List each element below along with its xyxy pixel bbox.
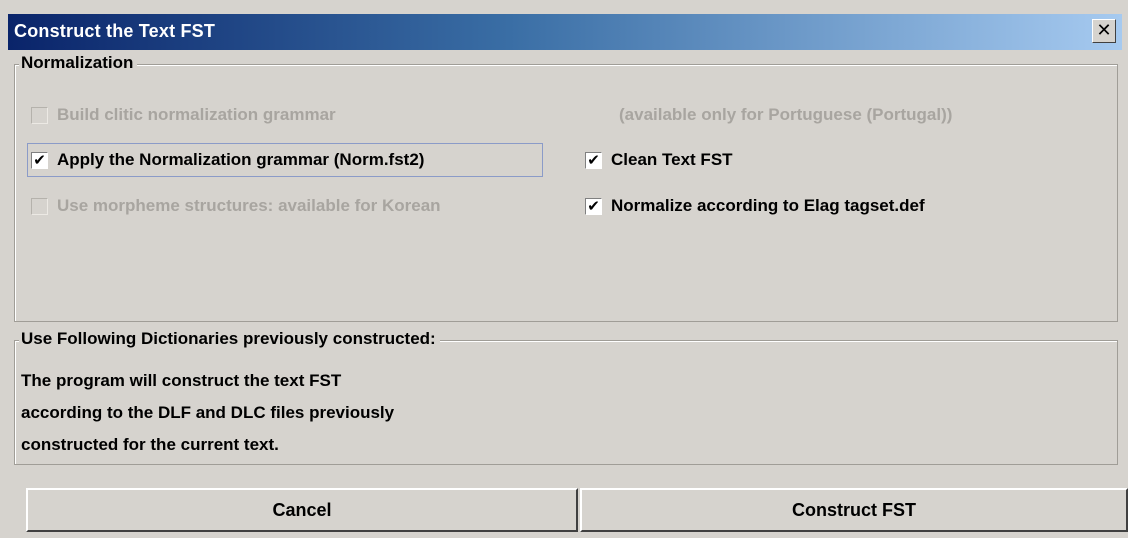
build-clitic-option: Build clitic normalization grammar	[31, 105, 336, 125]
dictionaries-text-line-3: constructed for the current text.	[21, 435, 279, 454]
elag-normalize-checkbox[interactable]: ✔	[585, 197, 602, 215]
construct-fst-button[interactable]: Construct FST	[580, 488, 1128, 532]
apply-normalization-option[interactable]: ✔ Apply the Normalization grammar (Norm.…	[31, 150, 424, 170]
apply-normalization-checkbox[interactable]: ✔	[31, 151, 48, 169]
normalization-legend: Normalization	[19, 53, 138, 73]
build-clitic-checkbox	[31, 106, 48, 124]
check-icon: ✔	[587, 197, 600, 215]
title-bar[interactable]: Construct the Text FST ✕	[8, 14, 1122, 50]
close-icon: ✕	[1096, 20, 1112, 40]
morpheme-structures-option: Use morpheme structures: available for K…	[31, 196, 441, 216]
cancel-button[interactable]: Cancel	[26, 488, 578, 532]
morpheme-structures-label: Use morpheme structures: available for K…	[57, 196, 441, 215]
check-icon: ✔	[587, 151, 600, 169]
window-title: Construct the Text FST	[14, 21, 216, 41]
dictionaries-panel: Use Following Dictionaries previously co…	[14, 329, 1118, 465]
dictionaries-legend: Use Following Dictionaries previously co…	[19, 329, 440, 349]
normalization-panel: Normalization Build clitic normalization…	[14, 53, 1118, 322]
morpheme-structures-checkbox	[31, 197, 48, 215]
elag-normalize-label: Normalize according to Elag tagset.def	[611, 196, 925, 215]
build-clitic-note: (available only for Portuguese (Portugal…	[619, 105, 953, 124]
build-clitic-label: Build clitic normalization grammar	[57, 105, 336, 124]
clean-text-fst-option[interactable]: ✔ Clean Text FST	[585, 150, 733, 170]
construct-text-fst-dialog: Construct the Text FST ✕ Normalization B…	[0, 0, 1128, 538]
clean-text-fst-checkbox[interactable]: ✔	[585, 151, 602, 169]
apply-normalization-label: Apply the Normalization grammar (Norm.fs…	[57, 150, 425, 169]
check-icon: ✔	[33, 151, 46, 169]
clean-text-fst-label: Clean Text FST	[611, 150, 733, 169]
dictionaries-text-line-2: according to the DLF and DLC files previ…	[21, 403, 395, 422]
elag-normalize-option[interactable]: ✔ Normalize according to Elag tagset.def	[585, 196, 925, 216]
close-button[interactable]: ✕	[1092, 19, 1116, 43]
dictionaries-text-line-1: The program will construct the text FST	[21, 371, 342, 390]
